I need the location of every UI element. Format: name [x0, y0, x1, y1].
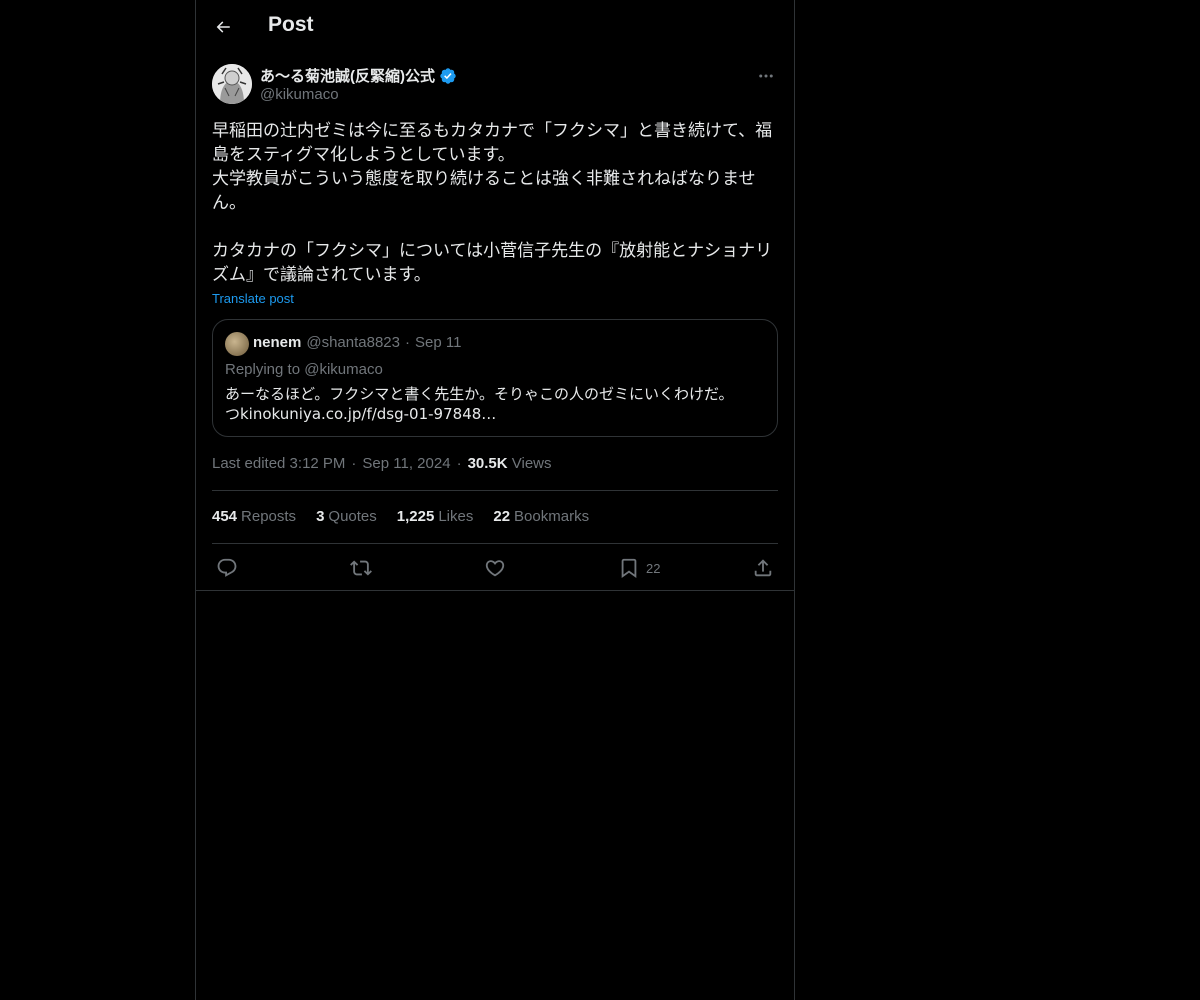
author-handle[interactable]: @kikumaco: [260, 86, 339, 103]
avatar[interactable]: [212, 64, 252, 104]
avatar-image: [212, 64, 252, 104]
views-label: Views: [511, 455, 552, 472]
more-dots-icon: [759, 74, 773, 78]
quoted-text: あーなるほど。フクシマと書く先生か。そりゃこの人のゼミにいくわけだ。 つkino…: [225, 385, 734, 423]
views-count: 30.5K: [467, 455, 508, 472]
page-title: Post: [268, 13, 314, 36]
reply-button[interactable]: [216, 554, 238, 582]
translate-post-link[interactable]: Translate post: [212, 291, 294, 306]
bookmarks-stat[interactable]: 22 Bookmarks: [493, 508, 589, 525]
edited-time[interactable]: Last edited 3:12 PM: [212, 455, 345, 472]
quoted-author-name: nenem: [253, 334, 302, 351]
likes-stat[interactable]: 1,225 Likes: [397, 508, 474, 525]
post-meta: Last edited 3:12 PM · Sep 11, 2024 · 30.…: [212, 455, 552, 472]
stat-number: 22: [493, 508, 511, 525]
quoted-avatar: [225, 332, 249, 356]
post-date[interactable]: Sep 11, 2024: [362, 455, 450, 472]
like-button[interactable]: [484, 554, 506, 582]
quoted-author-handle: @shanta8823: [306, 334, 400, 351]
divider: [196, 590, 794, 591]
separator-dot: ·: [351, 455, 357, 472]
bookmark-button[interactable]: 22: [618, 554, 660, 582]
stat-label: Likes: [438, 508, 474, 525]
share-icon: [754, 559, 772, 577]
reply-icon: [217, 558, 237, 577]
bookmark-icon: [621, 558, 637, 579]
stat-number: 454: [212, 508, 238, 525]
post-text: 早稲田の辻内ゼミは今に至るもカタカナで「フクシマ」と書き続けて、福 島をスティグ…: [212, 121, 773, 285]
heart-icon: [485, 560, 505, 577]
stat-label: Reposts: [241, 508, 297, 525]
reposts-stat[interactable]: 454 Reposts: [212, 508, 296, 525]
stat-number: 3: [316, 508, 325, 525]
author-name-text: あ〜る菊池誠(反緊縮)公式: [260, 68, 435, 85]
author-name[interactable]: あ〜る菊池誠(反緊縮)公式: [260, 65, 457, 86]
separator-dot: ·: [456, 455, 462, 472]
engagement-stats: 454 Reposts 3 Quotes 1,225 Likes 22 Book…: [212, 508, 589, 525]
repost-icon: [350, 560, 372, 576]
quoted-header: nenem @shanta8823 · Sep 11: [253, 334, 461, 351]
back-button[interactable]: [208, 12, 238, 42]
stat-label: Bookmarks: [514, 508, 590, 525]
verified-badge-icon: [440, 67, 456, 84]
repost-button[interactable]: [350, 554, 372, 582]
quoted-date: Sep 11: [415, 334, 462, 351]
separator-dot: ·: [405, 334, 410, 351]
action-bar: 22: [196, 550, 794, 590]
quotes-stat[interactable]: 3 Quotes: [316, 508, 377, 525]
quoted-replying-to: Replying to @kikumaco: [225, 361, 383, 378]
divider: [212, 543, 778, 544]
divider: [212, 490, 778, 491]
more-options-button[interactable]: [752, 64, 780, 88]
stat-number: 1,225: [396, 508, 435, 525]
share-button[interactable]: [752, 554, 774, 582]
post-column: Post あ〜る菊池誠(反緊縮)公式 @kikumaco 早稲田の辻内ゼミは今に…: [195, 0, 795, 1000]
arrow-left-icon: [216, 21, 230, 33]
stat-label: Quotes: [328, 508, 377, 525]
quoted-post[interactable]: nenem @shanta8823 · Sep 11 Replying to @…: [212, 319, 778, 437]
header: Post: [196, 0, 794, 54]
bookmark-count: 22: [646, 560, 661, 576]
